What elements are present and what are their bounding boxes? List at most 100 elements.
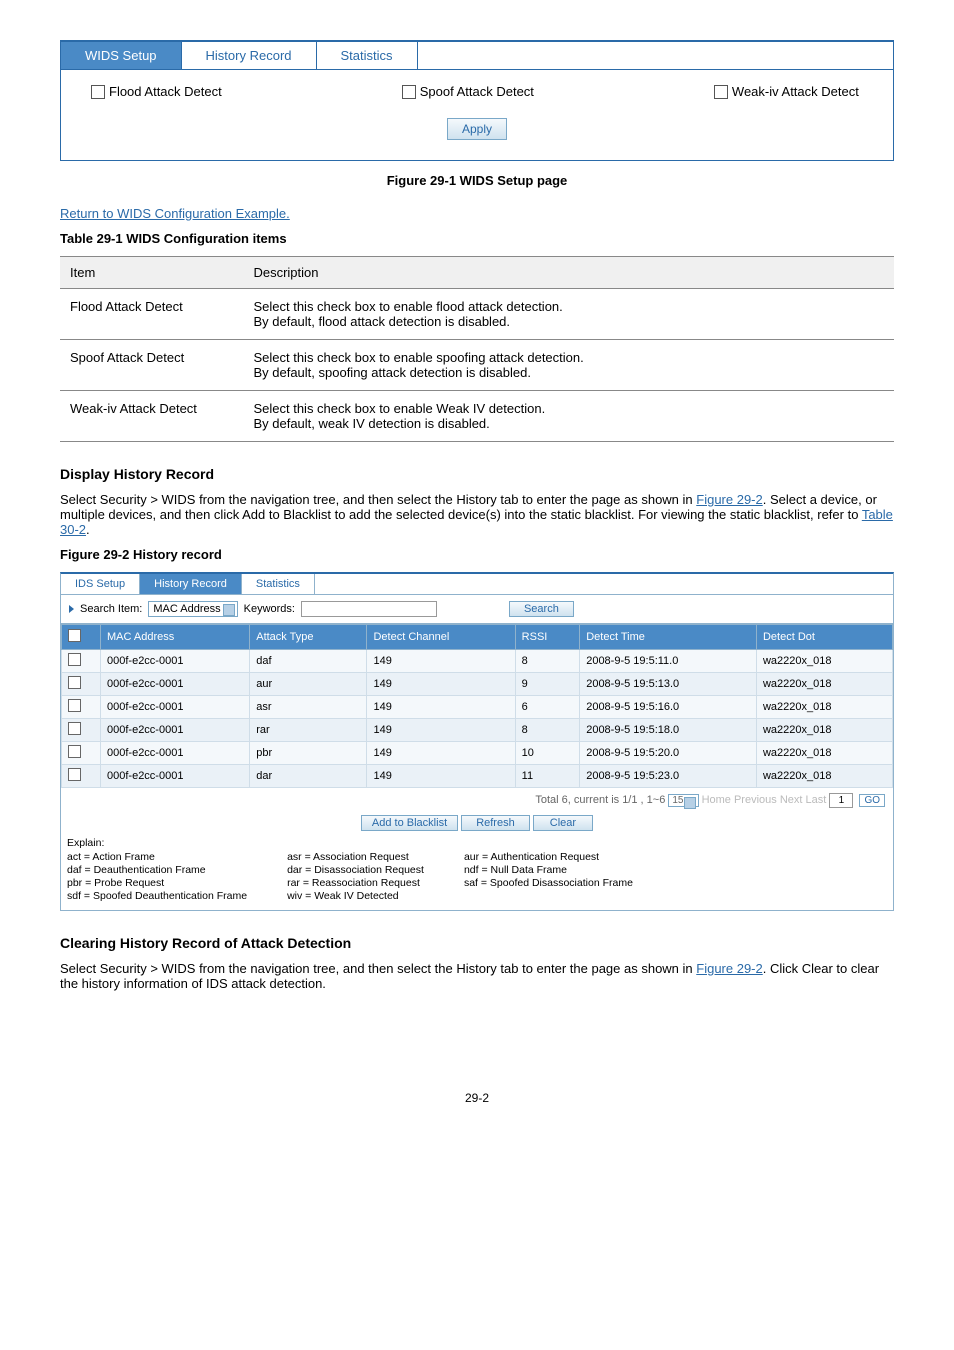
table-cell: 2008-9-5 19:5:16.0 xyxy=(580,696,757,719)
config-items-table: Item Description Flood Attack DetectSele… xyxy=(60,256,894,442)
return-link[interactable]: Return to WIDS Configuration Example. xyxy=(60,206,290,221)
table-cell: 149 xyxy=(367,765,515,788)
table-header: Description xyxy=(243,257,894,289)
table-cell: wa2220x_018 xyxy=(756,696,892,719)
checkbox-label: Weak-iv Attack Detect xyxy=(732,84,859,99)
spoof-attack-checkbox[interactable]: Spoof Attack Detect xyxy=(402,84,534,99)
row-checkbox[interactable] xyxy=(68,676,81,689)
refresh-button[interactable]: Refresh xyxy=(461,815,530,831)
tab-statistics[interactable]: Statistics xyxy=(242,574,315,594)
search-item-select[interactable]: MAC Address xyxy=(148,601,237,617)
table-cell: 000f-e2cc-0001 xyxy=(101,696,250,719)
table-cell: 2008-9-5 19:5:11.0 xyxy=(580,650,757,673)
table-cell: wa2220x_018 xyxy=(756,650,892,673)
select-all-checkbox[interactable] xyxy=(68,629,81,642)
pager-total: Total 6, current is 1/1 , 1~6 xyxy=(535,794,665,806)
table-cell-item: Spoof Attack Detect xyxy=(60,340,243,391)
explain-line: daf = Deauthentication Frame xyxy=(67,864,247,876)
figure-ref-link[interactable]: Figure 29-2 xyxy=(696,492,762,507)
tab-history-record[interactable]: History Record xyxy=(182,42,317,69)
pager-home[interactable]: Home xyxy=(702,794,731,806)
tab-bar: IDS Setup History Record Statistics xyxy=(61,574,893,595)
checkbox-label: Spoof Attack Detect xyxy=(420,84,534,99)
explain-line: saf = Spoofed Disassociation Frame xyxy=(464,877,633,889)
checkbox-icon xyxy=(714,85,728,99)
arrow-right-icon xyxy=(69,605,74,613)
table-cell: aur xyxy=(250,673,367,696)
history-record-panel: IDS Setup History Record Statistics Sear… xyxy=(60,572,894,911)
row-checkbox[interactable] xyxy=(68,745,81,758)
body-text: Select Security > WIDS from the navigati… xyxy=(60,492,894,537)
explain-line: dar = Disassociation Request xyxy=(287,864,424,876)
explain-line: wiv = Weak IV Detected xyxy=(287,890,424,902)
row-checkbox[interactable] xyxy=(68,699,81,712)
checkbox-label: Flood Attack Detect xyxy=(109,84,222,99)
table-row: 000f-e2cc-0001aur14992008-9-5 19:5:13.0w… xyxy=(62,673,893,696)
page-size-select[interactable]: 15 xyxy=(668,794,698,807)
page-number-input[interactable] xyxy=(829,793,853,808)
table-cell: 000f-e2cc-0001 xyxy=(101,765,250,788)
flood-attack-checkbox[interactable]: Flood Attack Detect xyxy=(91,84,222,99)
tab-history-record[interactable]: History Record xyxy=(140,574,242,594)
table-cell: 149 xyxy=(367,650,515,673)
pager-last[interactable]: Last xyxy=(806,794,827,806)
search-button[interactable]: Search xyxy=(509,601,574,617)
row-checkbox[interactable] xyxy=(68,653,81,666)
table-cell: daf xyxy=(250,650,367,673)
table-cell-item: Weak-iv Attack Detect xyxy=(60,391,243,442)
table-cell: wa2220x_018 xyxy=(756,742,892,765)
weak-iv-attack-checkbox[interactable]: Weak-iv Attack Detect xyxy=(714,84,859,99)
table-row: 000f-e2cc-0001asr14962008-9-5 19:5:16.0w… xyxy=(62,696,893,719)
pager-prev[interactable]: Previous xyxy=(734,794,777,806)
explain-line: pbr = Probe Request xyxy=(67,877,247,889)
table-row: 000f-e2cc-0001rar14982008-9-5 19:5:18.0w… xyxy=(62,719,893,742)
table-row: 000f-e2cc-0001dar149112008-9-5 19:5:23.0… xyxy=(62,765,893,788)
table-row: 000f-e2cc-0001pbr149102008-9-5 19:5:20.0… xyxy=(62,742,893,765)
keywords-input[interactable] xyxy=(301,601,437,617)
column-header: RSSI xyxy=(515,625,580,650)
column-header xyxy=(62,625,101,650)
explain-line: sdf = Spoofed Deauthentication Frame xyxy=(67,890,247,902)
column-header: Detect Channel xyxy=(367,625,515,650)
table-cell: 149 xyxy=(367,696,515,719)
pagination: Total 6, current is 1/1 , 1~6 15 Home Pr… xyxy=(61,788,893,813)
table-cell: 000f-e2cc-0001 xyxy=(101,742,250,765)
row-checkbox[interactable] xyxy=(68,768,81,781)
explain-line: rar = Reassociation Request xyxy=(287,877,424,889)
history-data-table: MAC AddressAttack TypeDetect ChannelRSSI… xyxy=(61,624,893,788)
table-cell: 149 xyxy=(367,719,515,742)
wids-setup-panel: WIDS Setup History Record Statistics Flo… xyxy=(60,40,894,161)
tab-statistics[interactable]: Statistics xyxy=(317,42,418,69)
table-cell: pbr xyxy=(250,742,367,765)
explain-block: Explain: act = Action Framedaf = Deauthe… xyxy=(61,837,893,910)
pager-next[interactable]: Next xyxy=(780,794,803,806)
table-cell: 2008-9-5 19:5:13.0 xyxy=(580,673,757,696)
explain-line: act = Action Frame xyxy=(67,851,247,863)
table-header: Item xyxy=(60,257,243,289)
go-button[interactable]: GO xyxy=(859,794,885,807)
table-caption: Table 29-1 WIDS Configuration items xyxy=(60,231,894,246)
checkbox-icon xyxy=(402,85,416,99)
figure-ref-link[interactable]: Figure 29-2 xyxy=(696,961,762,976)
body-text: Select Security > WIDS from the navigati… xyxy=(60,961,894,991)
column-header: Detect Time xyxy=(580,625,757,650)
page-number: 29-2 xyxy=(60,1091,894,1105)
explain-line: asr = Association Request xyxy=(287,851,424,863)
table-cell: 8 xyxy=(515,719,580,742)
table-cell: 6 xyxy=(515,696,580,719)
tab-ids-setup[interactable]: IDS Setup xyxy=(61,574,140,594)
apply-button[interactable]: Apply xyxy=(447,118,507,140)
tab-wids-setup[interactable]: WIDS Setup xyxy=(61,42,182,69)
table-cell: 149 xyxy=(367,742,515,765)
table-cell: wa2220x_018 xyxy=(756,673,892,696)
table-cell: 11 xyxy=(515,765,580,788)
table-cell: 000f-e2cc-0001 xyxy=(101,673,250,696)
table-cell: wa2220x_018 xyxy=(756,765,892,788)
table-cell: 2008-9-5 19:5:23.0 xyxy=(580,765,757,788)
explain-title: Explain: xyxy=(67,837,887,849)
figure-caption: Figure 29-1 WIDS Setup page xyxy=(60,173,894,188)
add-to-blacklist-button[interactable]: Add to Blacklist xyxy=(361,815,458,831)
table-cell: 000f-e2cc-0001 xyxy=(101,719,250,742)
row-checkbox[interactable] xyxy=(68,722,81,735)
clear-button[interactable]: Clear xyxy=(533,815,593,831)
